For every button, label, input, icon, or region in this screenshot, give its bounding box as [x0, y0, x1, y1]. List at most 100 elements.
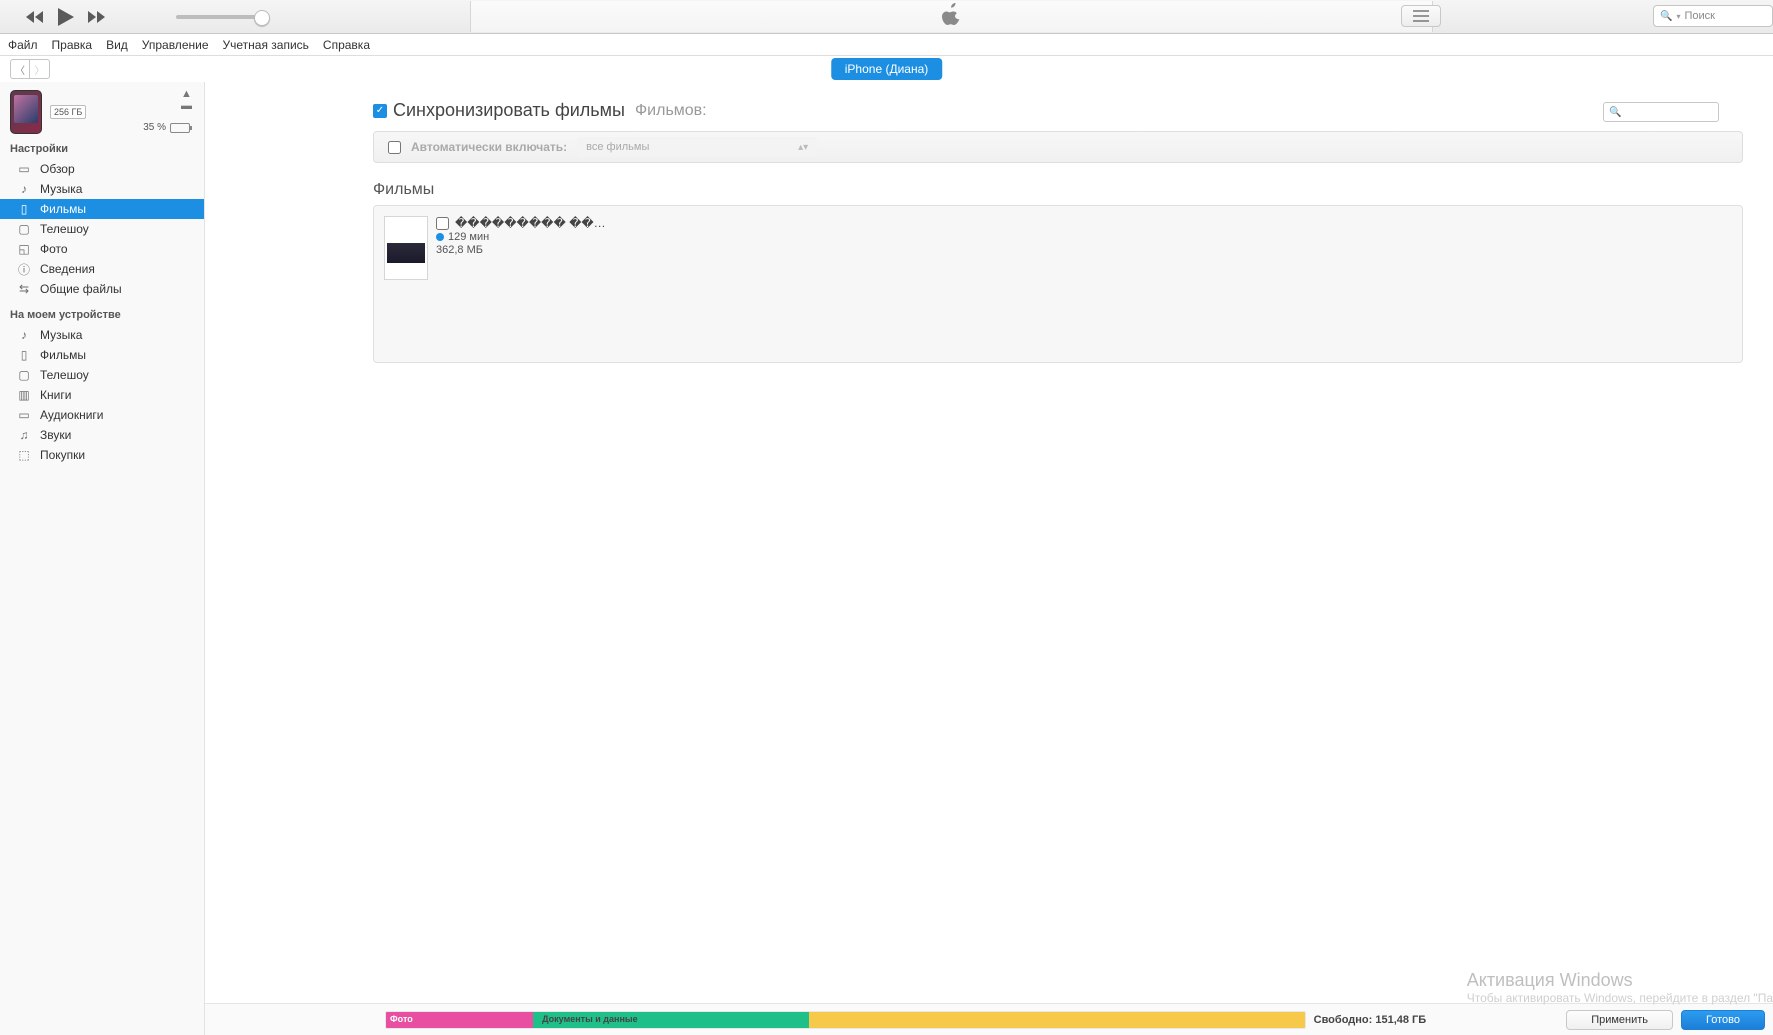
movies-search-input[interactable]: 🔍 [1603, 102, 1719, 122]
device-item-books[interactable]: ▥Книги [0, 385, 204, 405]
menu-help[interactable]: Справка [323, 38, 370, 52]
film-size: 362,8 МБ [436, 244, 483, 256]
sidebar-item-label: Общие файлы [40, 282, 122, 296]
sidebar-item-label: Звуки [40, 428, 71, 442]
film-name: ��������� ��… [455, 216, 606, 230]
next-track-button[interactable] [88, 11, 106, 23]
now-playing-display [470, 1, 1433, 32]
storage-bar[interactable]: Фото Документы и данные [385, 1011, 1306, 1029]
photo-icon: ◱ [16, 242, 32, 256]
sidebar-item-info[interactable]: ⓘ Сведения [0, 259, 204, 279]
storage-label-docs: Документы и данные [542, 1014, 637, 1024]
sync-header: ✓ Синхронизировать фильмы Фильмов: [373, 100, 1743, 121]
sidebar-item-label: Музыка [40, 328, 82, 342]
menu-account[interactable]: Учетная запись [223, 38, 309, 52]
search-icon: 🔍 [1609, 107, 1621, 118]
main-area: ▲▬ 256 ГБ 35 % Настройки ▭Обзор ♪Музыка … [0, 82, 1773, 1035]
film-duration: 129 мин [448, 231, 489, 243]
sidebar-item-label: Покупки [40, 448, 85, 462]
purchases-icon: ⬚ [16, 448, 32, 462]
auto-include-value: все фильмы [586, 141, 649, 153]
auto-include-checkbox[interactable] [388, 141, 401, 154]
sidebar-item-overview[interactable]: ▭ Обзор [0, 159, 204, 179]
share-icon: ⇆ [16, 282, 32, 296]
back-button[interactable]: 〈 [10, 59, 30, 79]
device-capacity: 256 ГБ [50, 105, 86, 119]
library-search-input[interactable]: 🔍▾ Поиск [1653, 5, 1773, 27]
content-pane: ✓ Синхронизировать фильмы Фильмов: 🔍 Авт… [205, 82, 1773, 1035]
play-controls [0, 8, 106, 26]
tv-icon: ▢ [16, 222, 32, 236]
film-thumbnail [384, 216, 428, 280]
chevron-updown-icon: ▴▾ [798, 142, 808, 153]
sidebar-item-label: Фильмы [40, 348, 86, 362]
nav-strip: 〈 〉 iPhone (Диана) [0, 56, 1773, 82]
sidebar-item-tv[interactable]: ▢ Телешоу [0, 219, 204, 239]
play-button[interactable] [58, 8, 74, 26]
menu-file[interactable]: Файл [8, 38, 38, 52]
previous-track-button[interactable] [26, 11, 44, 23]
storage-free-label: Свободно: 151,48 ГБ [1314, 1014, 1427, 1026]
sync-title: Синхронизировать фильмы [393, 100, 625, 121]
menu-view[interactable]: Вид [106, 38, 128, 52]
eject-icon[interactable]: ▲▬ [181, 88, 192, 112]
info-icon: ⓘ [16, 262, 32, 276]
sidebar-item-label: Телешоу [40, 368, 89, 382]
menu-edit[interactable]: Правка [52, 38, 93, 52]
menu-controls[interactable]: Управление [142, 38, 209, 52]
activation-title: Активация Windows [1467, 970, 1773, 991]
films-list: ��������� ��… 129 мин 362,8 МБ [373, 205, 1743, 363]
sidebar-item-label: Телешоу [40, 222, 89, 236]
device-item-tv[interactable]: ▢ Телешоу [0, 365, 204, 385]
apply-button-label: Применить [1591, 1014, 1648, 1026]
section-label-on-device: На моем устройстве [0, 299, 204, 325]
sidebar-item-music[interactable]: ♪Музыка [0, 179, 204, 199]
film-meta: ��������� ��… 129 мин 362,8 МБ [436, 216, 606, 256]
sidebar-item-label: Фото [40, 242, 68, 256]
sync-movies-checkbox[interactable]: ✓ [373, 104, 387, 118]
device-item-movies[interactable]: ▯ Фильмы [0, 345, 204, 365]
movie-icon: ▯ [16, 202, 32, 216]
apply-button[interactable]: Применить [1566, 1010, 1673, 1030]
sync-subtitle: Фильмов: [635, 102, 707, 120]
sidebar-item-label: Обзор [40, 162, 75, 176]
device-name-pill[interactable]: iPhone (Диана) [831, 58, 943, 80]
sidebar-item-label: Аудиокниги [40, 408, 104, 422]
device-item-purchases[interactable]: ⬚ Покупки [0, 445, 204, 465]
search-icon: 🔍 [1660, 11, 1672, 22]
battery-icon [170, 123, 190, 133]
auto-include-label: Автоматически включать: [411, 140, 567, 154]
overview-icon: ▭ [16, 162, 32, 176]
music-icon: ♪ [16, 182, 32, 196]
activation-sub: Чтобы активировать Windows, перейдите в … [1467, 991, 1773, 1005]
sidebar-item-label: Книги [40, 388, 71, 402]
device-item-music[interactable]: ♪ Музыка [0, 325, 204, 345]
movie-icon: ▯ [16, 348, 32, 362]
tv-icon: ▢ [16, 368, 32, 382]
menu-bar: Файл Правка Вид Управление Учетная запис… [0, 34, 1773, 56]
status-dot-icon [436, 233, 444, 241]
films-section-title: Фильмы [373, 181, 1743, 199]
sidebar-item-photos[interactable]: ◱ Фото [0, 239, 204, 259]
sidebar-item-movies[interactable]: ▯ Фильмы [0, 199, 204, 219]
bottom-bar: Фото Документы и данные Свободно: 151,48… [205, 1003, 1773, 1035]
volume-slider[interactable] [176, 15, 266, 19]
auto-include-row: Автоматически включать: все фильмы ▴▾ [373, 131, 1743, 163]
film-item[interactable]: ��������� ��… 129 мин 362,8 МБ [384, 216, 606, 352]
film-checkbox[interactable] [436, 217, 449, 230]
forward-button[interactable]: 〉 [30, 59, 50, 79]
music-icon: ♪ [16, 328, 32, 342]
apple-logo-icon [942, 3, 962, 30]
windows-activation-watermark: Активация Windows Чтобы активировать Win… [1467, 970, 1773, 1005]
audiobook-icon: ▭ [16, 408, 32, 422]
up-next-button[interactable] [1401, 5, 1441, 27]
auto-include-select[interactable]: все фильмы ▴▾ [577, 137, 817, 157]
sidebar-item-label: Сведения [40, 262, 95, 276]
sidebar-item-file-sharing[interactable]: ⇆ Общие файлы [0, 279, 204, 299]
tones-icon: ♫ [16, 428, 32, 442]
device-item-audiobooks[interactable]: ▭ Аудиокниги [0, 405, 204, 425]
done-button[interactable]: Готово [1681, 1010, 1765, 1030]
storage-label-photos: Фото [390, 1014, 413, 1024]
device-item-tones[interactable]: ♫ Звуки [0, 425, 204, 445]
sidebar-item-label: Фильмы [40, 202, 86, 216]
